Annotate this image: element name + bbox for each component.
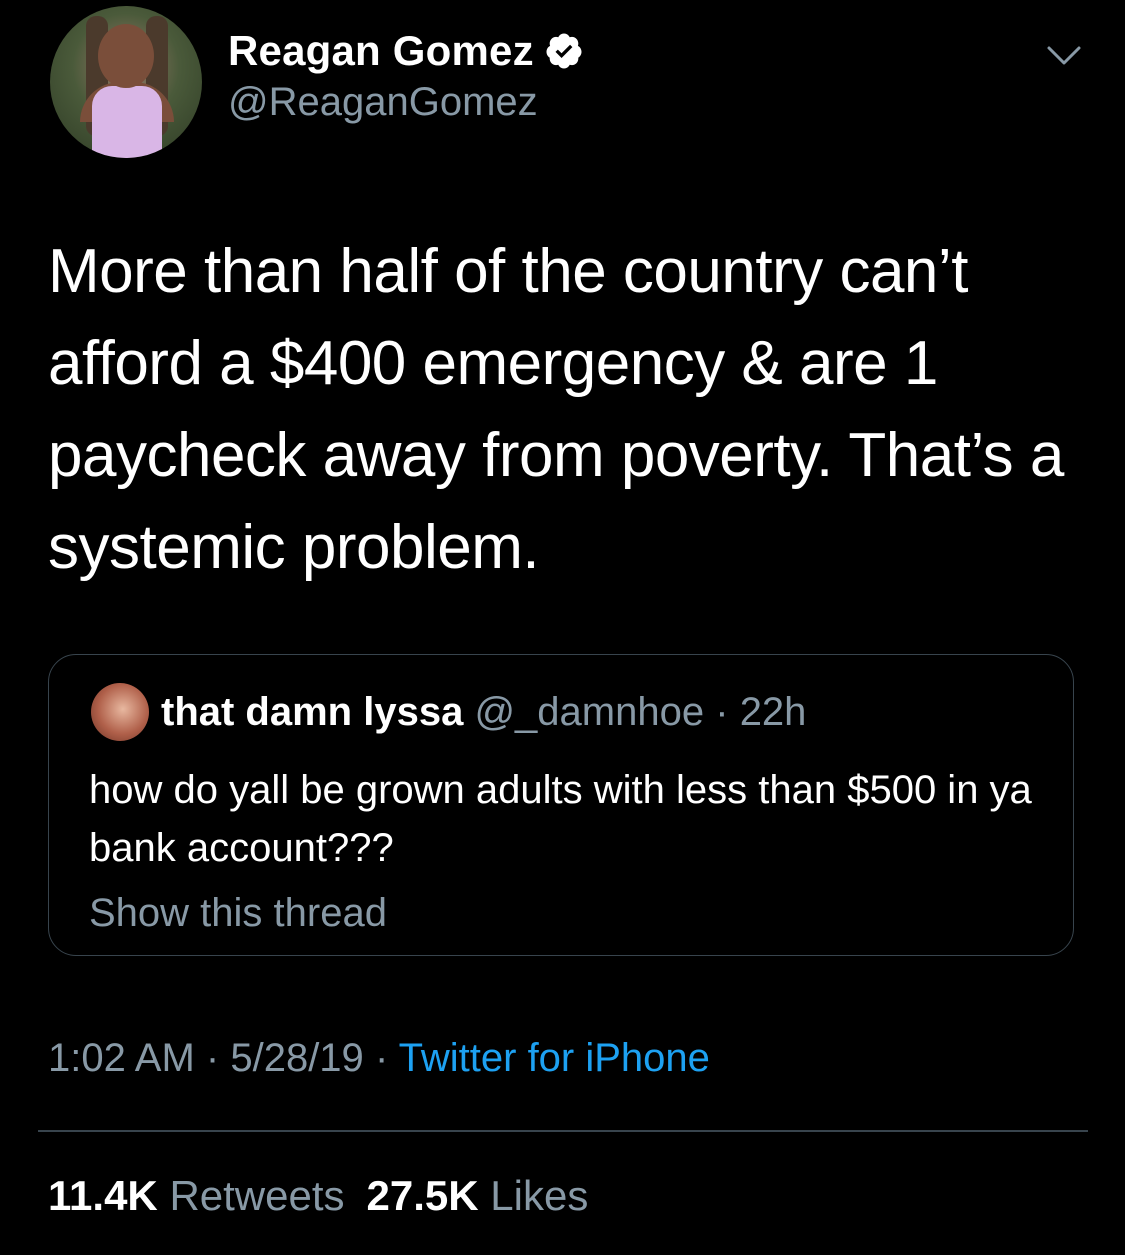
author-display-name[interactable]: Reagan Gomez <box>228 27 534 75</box>
likes-label: Likes <box>490 1172 589 1219</box>
quoted-tweet-card[interactable]: that damn lyssa @_damnhoe · 22h how do y… <box>48 654 1074 956</box>
retweets-count: 11.4K <box>48 1172 158 1219</box>
verified-badge-icon <box>546 33 582 69</box>
tweet-date: 5/28/19 <box>230 1036 364 1080</box>
quoted-author-handle: @_damnhoe <box>474 690 705 734</box>
quoted-author-name: that damn lyssa <box>161 690 464 734</box>
tweet-time: 1:02 AM <box>48 1036 195 1080</box>
tweet-source-link[interactable]: Twitter for iPhone <box>399 1036 710 1080</box>
quoted-tweet-header: that damn lyssa @_damnhoe · 22h <box>161 687 806 737</box>
chevron-down-icon[interactable] <box>1046 44 1082 68</box>
likes-stat[interactable]: 27.5K Likes <box>367 1172 589 1219</box>
quoted-author-avatar <box>91 683 149 741</box>
tweet-meta: 1:02 AM · 5/28/19 · Twitter for iPhone <box>48 1032 710 1084</box>
author-avatar[interactable] <box>50 6 202 158</box>
tweet-detail: Reagan Gomez @ReaganGomez More than half… <box>0 0 1125 1255</box>
likes-count: 27.5K <box>366 1172 479 1219</box>
retweets-stat[interactable]: 11.4K Retweets <box>48 1172 345 1219</box>
meta-separator: · <box>205 1036 220 1080</box>
quoted-tweet-text: how do yall be grown adults with less th… <box>89 768 1032 870</box>
tweet-text: More than half of the country can’t affo… <box>48 237 1064 582</box>
tweet-stats: 11.4K Retweets 27.5K Likes <box>48 1170 588 1222</box>
retweets-label: Retweets <box>169 1172 345 1219</box>
author-name-row: Reagan Gomez <box>228 26 584 76</box>
show-thread-link[interactable]: Show this thread <box>89 891 387 936</box>
quoted-tweet-time: 22h <box>739 690 807 734</box>
quoted-separator: · <box>715 690 729 734</box>
divider <box>38 1130 1088 1132</box>
author-handle[interactable]: @ReaganGomez <box>228 80 538 125</box>
meta-separator: · <box>374 1036 389 1080</box>
